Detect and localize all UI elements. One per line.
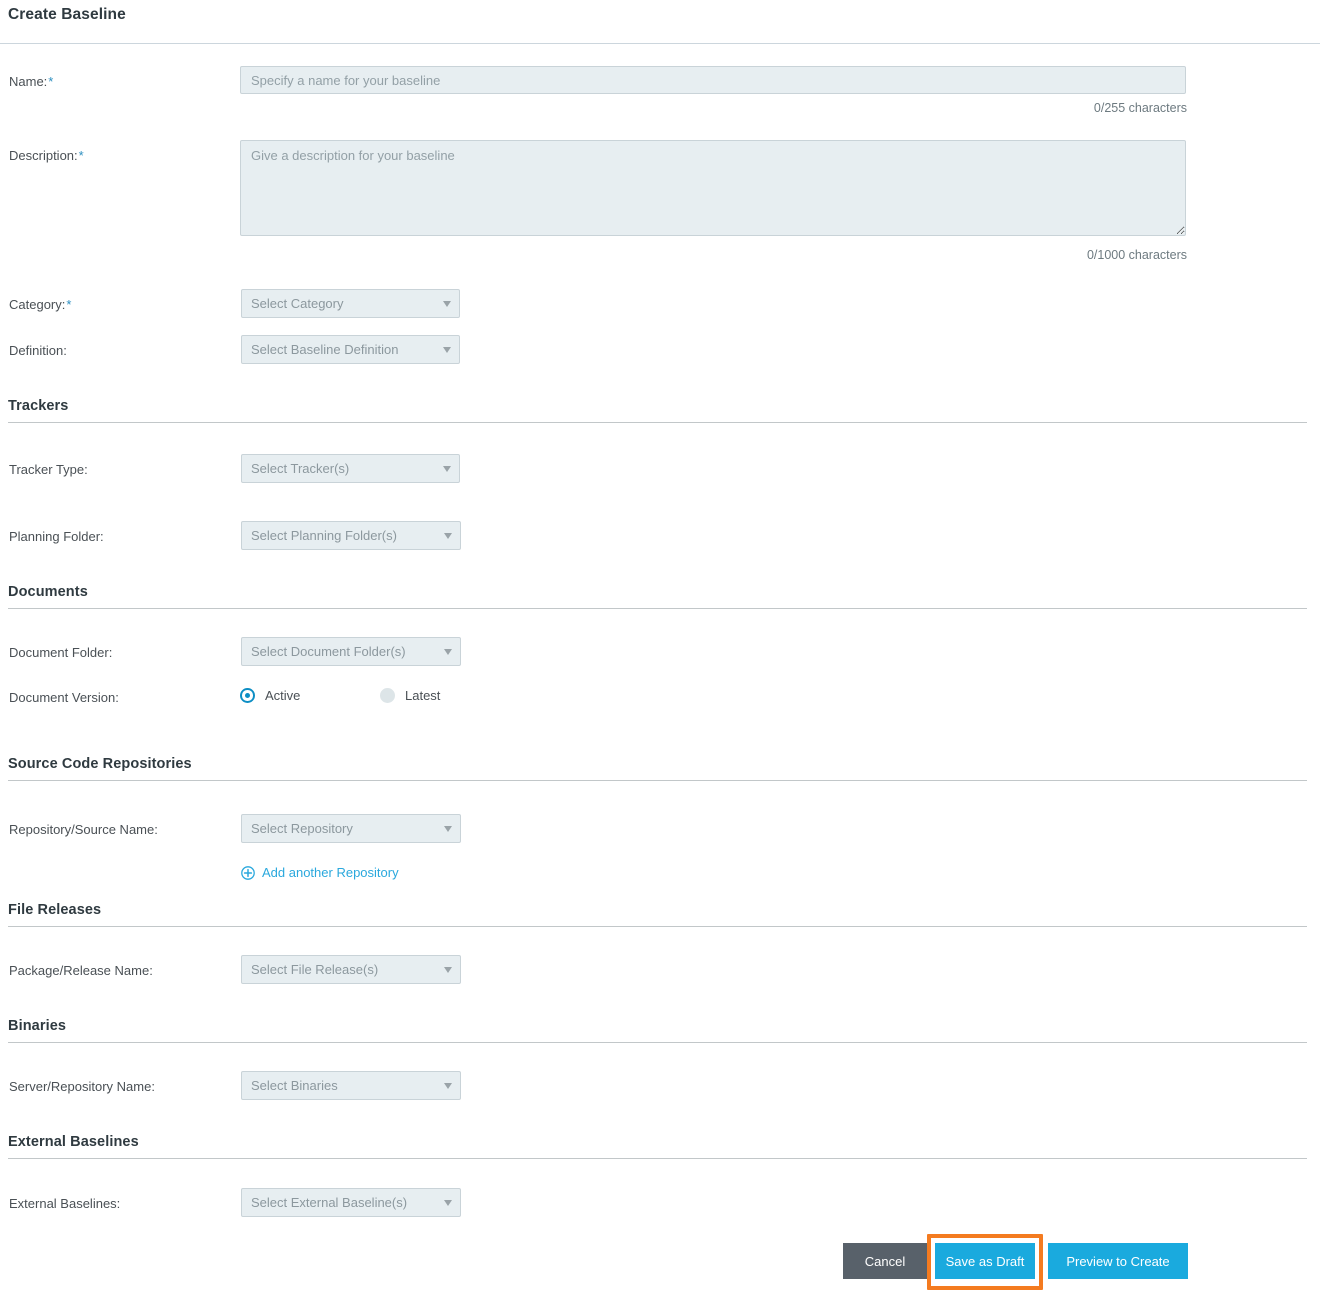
- section-divider-binaries: [8, 1042, 1307, 1043]
- page-title: Create Baseline: [8, 6, 126, 23]
- external-baselines-select-value: Select External Baseline(s): [251, 1195, 408, 1210]
- external-baselines-select[interactable]: Select External Baseline(s): [241, 1188, 461, 1217]
- section-heading-trackers: Trackers: [8, 398, 69, 414]
- file-release-select-value: Select File Release(s): [251, 962, 379, 977]
- document-version-label: Document Version:: [9, 690, 119, 705]
- section-heading-source-code-repositories: Source Code Repositories: [8, 756, 192, 772]
- name-required-asterisk: *: [48, 74, 54, 89]
- name-label-text: Name:: [9, 74, 48, 89]
- package-release-name-label: Package/Release Name:: [9, 963, 153, 978]
- planning-folder-select[interactable]: Select Planning Folder(s): [241, 521, 461, 550]
- document-folder-label: Document Folder:: [9, 645, 112, 660]
- chevron-down-icon: [439, 465, 459, 472]
- cancel-button[interactable]: Cancel: [843, 1243, 927, 1279]
- chevron-down-icon: [439, 346, 459, 353]
- category-select[interactable]: Select Category: [241, 289, 460, 318]
- repository-name-label-text: Repository/Source Name:: [9, 822, 158, 837]
- add-another-repository-label: Add another Repository: [262, 865, 399, 880]
- description-character-counter: 0/1000 characters: [1086, 248, 1187, 262]
- description-label: Description:*: [9, 148, 84, 163]
- repository-select[interactable]: Select Repository: [241, 814, 461, 843]
- section-divider-trackers: [8, 422, 1307, 423]
- category-label: Category:*: [9, 297, 71, 312]
- section-heading-binaries: Binaries: [8, 1018, 67, 1034]
- tracker-type-label: Tracker Type:: [9, 462, 88, 477]
- section-divider-source-code-repositories: [8, 780, 1307, 781]
- binaries-select-value: Select Binaries: [251, 1078, 338, 1093]
- planning-folder-label: Planning Folder:: [9, 529, 104, 544]
- planning-folder-label-text: Planning Folder:: [9, 529, 104, 544]
- repository-name-label: Repository/Source Name:: [9, 822, 158, 837]
- name-character-counter: 0/255 characters: [1093, 101, 1187, 115]
- tracker-type-label-text: Tracker Type:: [9, 462, 88, 477]
- document-folder-label-text: Document Folder:: [9, 645, 113, 660]
- save-as-draft-button[interactable]: Save as Draft: [935, 1243, 1035, 1279]
- section-heading-file-releases: File Releases: [8, 902, 102, 918]
- chevron-down-icon: [440, 1199, 460, 1206]
- tracker-type-select-value: Select Tracker(s): [251, 461, 350, 476]
- binaries-select[interactable]: Select Binaries: [241, 1071, 461, 1100]
- name-label: Name:*: [9, 74, 53, 89]
- external-baselines-label: External Baselines:: [9, 1196, 120, 1211]
- radio-label-latest: Latest: [405, 688, 441, 703]
- name-input[interactable]: [240, 66, 1186, 94]
- header-divider: [0, 43, 1320, 44]
- radio-icon-selected: [240, 688, 255, 703]
- radio-icon-unselected: [380, 688, 395, 703]
- chevron-down-icon: [440, 648, 460, 655]
- section-divider-external-baselines: [8, 1158, 1307, 1159]
- chevron-down-icon: [440, 966, 460, 973]
- circle-plus-icon: [241, 865, 255, 880]
- radio-document-version-active[interactable]: Active: [240, 688, 300, 703]
- external-baselines-label-text: External Baselines:: [9, 1196, 121, 1211]
- radio-label-active: Active: [265, 688, 301, 703]
- server-repository-name-label: Server/Repository Name:: [9, 1079, 155, 1094]
- category-label-text: Category:: [9, 297, 66, 312]
- repository-select-value: Select Repository: [251, 821, 353, 836]
- document-version-label-text: Document Version:: [9, 690, 119, 705]
- definition-select-value: Select Baseline Definition: [251, 342, 399, 357]
- definition-label-text: Definition:: [9, 343, 67, 358]
- package-release-name-label-text: Package/Release Name:: [9, 963, 153, 978]
- document-folder-select-value: Select Document Folder(s): [251, 644, 406, 659]
- category-select-value: Select Category: [251, 296, 344, 311]
- chevron-down-icon: [440, 532, 460, 539]
- definition-select[interactable]: Select Baseline Definition: [241, 335, 460, 364]
- section-divider-documents: [8, 608, 1307, 609]
- description-required-asterisk: *: [78, 148, 84, 163]
- chevron-down-icon: [439, 300, 459, 307]
- chevron-down-icon: [440, 1082, 460, 1089]
- document-folder-select[interactable]: Select Document Folder(s): [241, 637, 461, 666]
- section-heading-documents: Documents: [8, 584, 88, 600]
- add-another-repository-link[interactable]: Add another Repository: [241, 865, 399, 880]
- file-release-select[interactable]: Select File Release(s): [241, 955, 461, 984]
- tracker-type-select[interactable]: Select Tracker(s): [241, 454, 460, 483]
- radio-document-version-latest[interactable]: Latest: [380, 688, 440, 703]
- preview-to-create-button[interactable]: Preview to Create: [1048, 1243, 1188, 1279]
- section-divider-file-releases: [8, 926, 1307, 927]
- planning-folder-select-value: Select Planning Folder(s): [251, 528, 397, 543]
- description-textarea[interactable]: [240, 140, 1186, 236]
- chevron-down-icon: [440, 825, 460, 832]
- section-heading-external-baselines: External Baselines: [8, 1134, 139, 1150]
- description-label-text: Description:: [9, 148, 78, 163]
- server-repository-name-label-text: Server/Repository Name:: [9, 1079, 155, 1094]
- category-required-asterisk: *: [66, 297, 72, 312]
- definition-label: Definition:: [9, 343, 67, 358]
